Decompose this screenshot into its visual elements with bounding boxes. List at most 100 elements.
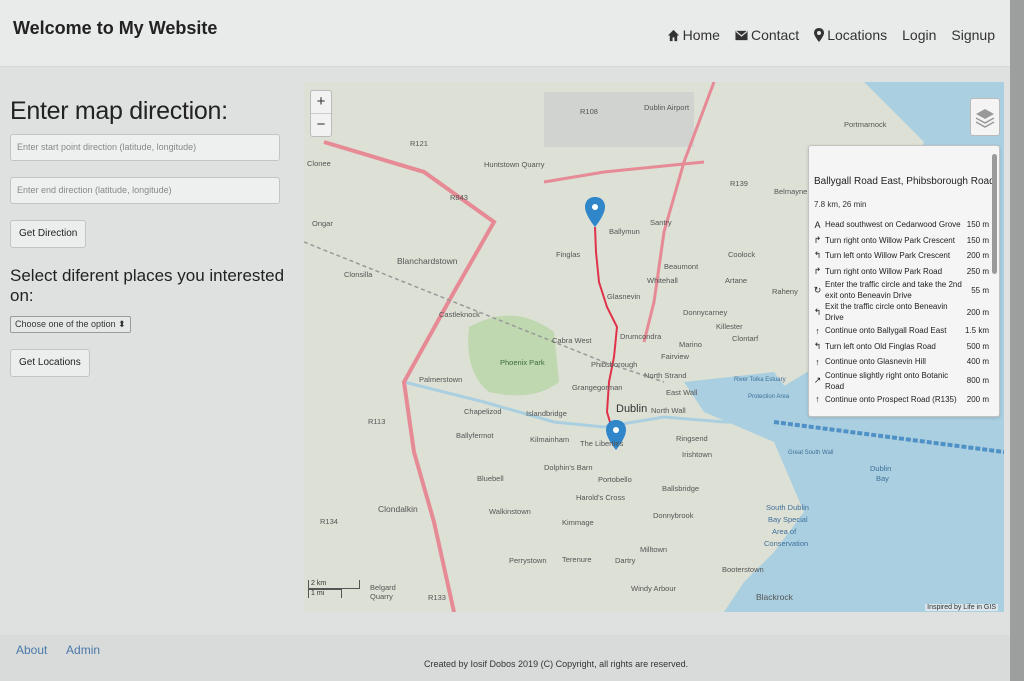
phoenix-park <box>468 315 559 396</box>
label-airport: Dublin Airport <box>644 103 690 112</box>
route-step[interactable]: ↑ Continue onto Glasnevin Hill 400 m <box>813 354 989 370</box>
route-summary: 7.8 km, 26 min <box>814 200 867 209</box>
label-belmayne: Belmayne <box>774 187 807 196</box>
site-brand[interactable]: Welcome to My Website <box>13 18 217 39</box>
get-locations-button[interactable]: Get Locations <box>10 349 90 377</box>
zoom-out-button[interactable]: − <box>311 114 331 136</box>
label-clontarf: Clontarf <box>732 334 759 343</box>
label-grangegorman: Grangegorman <box>572 383 622 392</box>
label-sdbsac-2: Bay Special <box>768 515 808 524</box>
label-coolock: Coolock <box>728 250 755 259</box>
direction-form: Enter map direction: Enter start point d… <box>10 97 290 377</box>
places-select[interactable]: Choose one of the option ⬍ <box>10 316 131 333</box>
route-step-distance: 200 m <box>966 251 989 261</box>
label-north-wall: North Wall <box>651 406 686 415</box>
label-whitehall: Whitehall <box>647 276 678 285</box>
route-step[interactable]: ↰ Turn left onto Old Finglas Road 500 m <box>813 339 989 355</box>
label-r139: R139 <box>730 179 748 188</box>
nav-locations[interactable]: Locations <box>814 24 887 46</box>
label-phibsborough: Phibsborough <box>591 360 637 369</box>
route-step[interactable]: ↱ Turn right onto Willow Park Road 250 m <box>813 264 989 280</box>
label-santry: Santry <box>650 218 672 227</box>
label-beaumont: Beaumont <box>664 262 699 271</box>
route-step-distance: 150 m <box>966 235 989 245</box>
route-step[interactable]: ↱ Turn right onto Willow Park Crescent 150… <box>813 233 989 249</box>
label-ballsbridge: Ballsbridge <box>662 484 699 493</box>
label-kilmainham: Kilmainham <box>530 435 569 444</box>
nav-signup[interactable]: Signup <box>951 24 995 46</box>
label-booterstown: Booterstown <box>722 565 764 574</box>
label-raheny: Raheny <box>772 287 798 296</box>
label-portmarnock: Portmarnock <box>844 120 887 129</box>
get-direction-button[interactable]: Get Direction <box>10 220 87 248</box>
direction-icon: ↗ <box>813 375 822 385</box>
route-step-text: Head southwest on Cedarwood Grove <box>825 220 961 230</box>
label-east-wall: East Wall <box>666 388 698 397</box>
label-clondalkin: Clondalkin <box>378 504 418 514</box>
label-terenure: Terenure <box>562 555 592 564</box>
label-cabra: Cabra West <box>552 336 592 345</box>
label-sdbsac-4: Conservation <box>764 539 808 548</box>
label-chapelizod: Chapelizod <box>464 407 502 416</box>
direction-icon: ↑ <box>815 394 820 405</box>
route-step[interactable]: A Head southwest on Cedarwood Grove 150 m <box>813 217 989 233</box>
route-step[interactable]: ↑ Continue onto Prospect Road (R135) 200 m <box>813 392 989 408</box>
route-step-distance: 400 m <box>966 357 989 367</box>
start-point-input[interactable]: Enter start point direction (latitude, l… <box>10 134 280 161</box>
route-step[interactable]: ↰ Exit the traffic circle onto Beneavin D… <box>813 301 989 323</box>
label-sdbsac: South Dublin <box>766 503 809 512</box>
nav-contact[interactable]: Contact <box>735 24 799 46</box>
route-step[interactable]: ↰ Turn left onto Willow Park Crescent 200 … <box>813 248 989 264</box>
direction-heading: Enter map direction: <box>10 97 228 125</box>
map-view[interactable]: R108 Dublin Airport Portmarnock R121 Clo… <box>304 82 1004 612</box>
map-attribution[interactable]: Inspired by Life in GIS <box>925 604 998 611</box>
label-donnybrook: Donnybrook <box>653 511 694 520</box>
places-select-value: Choose one of the option <box>15 319 116 329</box>
layers-icon <box>975 109 995 128</box>
label-portobello: Portobello <box>598 475 632 484</box>
footer-about-link[interactable]: About <box>16 643 47 657</box>
label-donnycarney: Donnycarney <box>683 308 727 317</box>
route-instructions-panel[interactable]: Ballygall Road East, Phibsborough Road 7… <box>808 145 1000 417</box>
label-r843: R843 <box>450 193 468 202</box>
label-palmerstown: Palmerstown <box>419 375 462 384</box>
label-huntstown: Huntstown Quarry <box>484 160 545 169</box>
label-dartry: Dartry <box>615 556 636 565</box>
label-ongar: Ongar <box>312 219 333 228</box>
route-step[interactable]: ↑ Continue onto Ballygall Road East 1.5 km <box>813 323 989 339</box>
label-islandbridge: Islandbridge <box>526 409 567 418</box>
direction-icon: ↰ <box>813 306 822 317</box>
label-windy-arbour: Windy Arbour <box>631 584 677 593</box>
route-step-text: Continue onto Ballygall Road East <box>825 326 947 336</box>
label-blackrock: Blackrock <box>756 592 794 602</box>
nav-login[interactable]: Login <box>902 24 936 46</box>
label-r134: R134 <box>320 517 338 526</box>
route-step-text: Exit the traffic circle onto Beneavin Dr… <box>825 302 948 322</box>
direction-icon: ↱ <box>813 265 822 276</box>
zoom-in-button[interactable]: + <box>311 91 331 114</box>
places-heading: Select diferent places you interested on… <box>10 266 285 305</box>
direction-icon: ↰ <box>813 340 822 351</box>
select-arrows-icon: ⬍ <box>118 319 126 329</box>
screen-edge <box>1010 0 1024 681</box>
route-panel-scrollbar[interactable] <box>992 154 997 274</box>
scale-km: 2 km <box>308 580 360 589</box>
end-point-input[interactable]: Enter end direction (latitude, longitude… <box>10 177 280 204</box>
label-belgard: Belgard <box>370 583 396 592</box>
footer-admin-link[interactable]: Admin <box>66 643 100 657</box>
label-walkinstown: Walkinstown <box>489 507 531 516</box>
nav-menu: Home Contact Locations Login Signup <box>667 24 1010 46</box>
label-tolka-2: Protection Area <box>748 394 790 400</box>
route-step-distance: 250 m <box>966 266 989 276</box>
route-step-distance: 800 m <box>966 376 989 385</box>
route-step-text: Continue onto Glasnevin Hill <box>825 357 926 367</box>
nav-home[interactable]: Home <box>667 24 720 46</box>
label-belgard-2: Quarry <box>370 592 393 601</box>
label-kimmage: Kimmage <box>562 518 594 527</box>
route-step[interactable]: ↻ Enter the traffic circle and take the 2… <box>813 279 989 301</box>
route-step-distance: 200 m <box>966 394 989 404</box>
layers-button[interactable] <box>970 98 1000 136</box>
nav-contact-label: Contact <box>750 27 800 43</box>
footer: About Admin Created by Iosif Dobos 2019 … <box>0 635 1010 681</box>
route-step[interactable]: ↗ Continue slightly right onto Botanic Ro… <box>813 370 989 392</box>
